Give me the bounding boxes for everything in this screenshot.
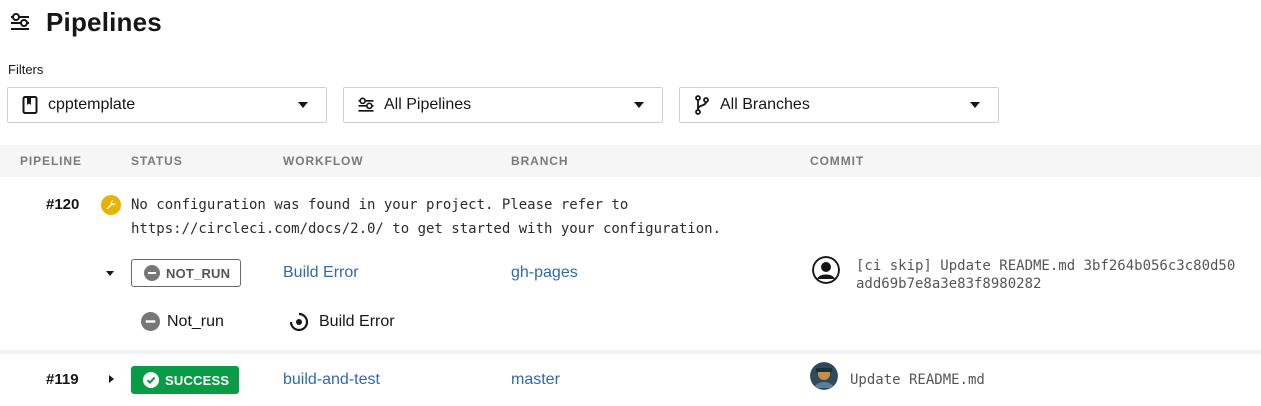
pipelines-filter-value: All Pipelines — [384, 96, 472, 113]
column-workflow: WORKFLOW — [283, 154, 364, 168]
branches-filter-dropdown[interactable]: All Branches — [679, 87, 999, 123]
repo-icon — [20, 95, 40, 115]
pipelines-icon — [11, 13, 29, 30]
branches-filter-value: All Branches — [720, 96, 810, 113]
commit-line: [ci skip] Update README.md 3bf264b056c3c… — [856, 258, 1236, 274]
job-status: Not_run — [167, 313, 224, 330]
workflow-link[interactable]: build-and-test — [283, 371, 380, 389]
pipeline-message-line: No configuration was found in your proje… — [131, 197, 629, 213]
commit-line: Update README.md — [850, 372, 985, 388]
job-name[interactable]: Build Error — [319, 313, 395, 331]
avatar — [812, 256, 840, 284]
pipeline-number[interactable]: #120 — [46, 196, 79, 213]
status-label: SUCCESS — [165, 372, 230, 388]
not-run-icon — [144, 265, 160, 281]
commit-line: add69b7e8a3e83f8980282 — [856, 276, 1042, 292]
pipeline-message: No configuration was found in your proje… — [131, 193, 721, 241]
branch-icon — [692, 95, 712, 115]
page-header: Pipelines — [8, 6, 162, 38]
not-run-icon — [141, 312, 160, 331]
status-label: NOT_RUN — [166, 265, 231, 281]
branch-link[interactable]: gh-pages — [511, 264, 578, 282]
table-header: PIPELINE STATUS WORKFLOW BRANCH COMMIT — [0, 145, 1261, 177]
project-filter-dropdown[interactable]: cpptemplate — [7, 87, 327, 123]
column-pipeline: PIPELINE — [20, 154, 82, 168]
expand-toggle-icon[interactable] — [109, 375, 114, 383]
column-status: STATUS — [131, 154, 183, 168]
wrench-icon — [101, 195, 121, 215]
branch-link[interactable]: master — [511, 371, 560, 389]
column-branch: BRANCH — [511, 154, 569, 168]
workflow-link[interactable]: Build Error — [283, 264, 359, 282]
job-icon — [289, 312, 309, 332]
project-filter-value: cpptemplate — [48, 96, 136, 113]
check-circle-icon — [143, 372, 159, 388]
chevron-down-icon — [970, 102, 980, 108]
page-title: Pipelines — [46, 6, 162, 37]
filters-label: Filters — [8, 62, 44, 77]
commit-message[interactable]: [ci skip] Update README.md 3bf264b056c3c… — [856, 257, 1235, 293]
row-divider — [0, 350, 1261, 354]
pipeline-message-line: https://circleci.com/docs/2.0/ to get st… — [131, 221, 722, 237]
chevron-down-icon — [298, 102, 308, 108]
collapse-toggle-icon[interactable] — [106, 271, 114, 276]
pipelines-icon — [356, 95, 376, 115]
pipeline-number[interactable]: #119 — [46, 371, 79, 388]
commit-message[interactable]: Update README.md — [850, 371, 985, 389]
avatar — [810, 362, 838, 390]
status-badge[interactable]: NOT_RUN — [131, 259, 242, 287]
column-commit: COMMIT — [810, 154, 865, 168]
chevron-down-icon — [634, 102, 644, 108]
pipelines-filter-dropdown[interactable]: All Pipelines — [343, 87, 663, 123]
status-badge[interactable]: SUCCESS — [131, 366, 240, 394]
